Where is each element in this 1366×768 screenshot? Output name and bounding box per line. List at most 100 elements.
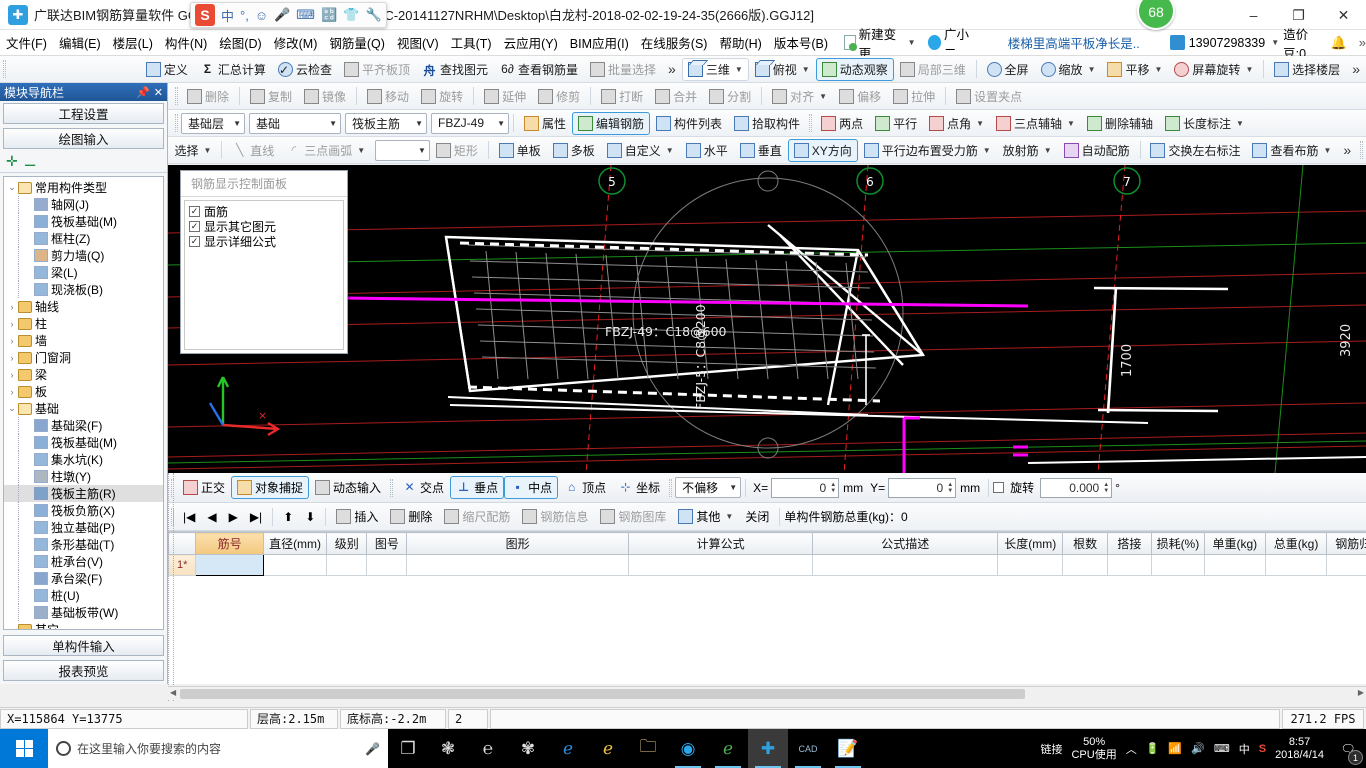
ime-keyboard-icon[interactable]: ⌨ (296, 7, 315, 23)
tree-folder[interactable]: › 柱 (4, 315, 163, 332)
project-settings-button[interactable]: 工程设置 (3, 103, 164, 124)
table-cell[interactable] (1326, 554, 1366, 576)
trim-button[interactable]: 修剪 (532, 85, 586, 108)
windows-start-icon[interactable] (0, 729, 48, 768)
browser-360-icon[interactable]: ◉ (668, 729, 708, 768)
first-row-button[interactable]: |◀ (177, 505, 201, 528)
tree-folder[interactable]: ⌄ 常用构件类型 (4, 179, 163, 196)
account-chip[interactable]: 13907298339 ▼ (1169, 35, 1279, 50)
view-top-button[interactable]: 俯视 ▼ (749, 58, 816, 81)
tree-item[interactable]: 独立基础(P) (4, 519, 163, 536)
snapbar-grip-2[interactable] (390, 478, 394, 497)
twisty-expanded-icon[interactable]: ⌄ (6, 403, 18, 414)
other-button[interactable]: 其他 ▼ (672, 505, 739, 528)
twisty-collapsed-icon[interactable]: › (6, 302, 18, 312)
tree-item[interactable]: 筏板基础(M) (4, 434, 163, 451)
sogou-icon[interactable]: S (1259, 743, 1266, 755)
spiral-app-icon[interactable]: ✾ (508, 729, 548, 768)
table-column-header[interactable]: 损耗(%) (1151, 532, 1205, 555)
menu-version[interactable]: 版本号(B) (768, 30, 834, 55)
checkbox[interactable]: ✓ (189, 236, 200, 247)
table-cell[interactable] (262, 554, 328, 576)
clock[interactable]: 8:57 2018/4/14 (1275, 736, 1324, 762)
twisty-collapsed-icon[interactable]: › (6, 353, 18, 363)
tree-item[interactable]: 承台梁(F) (4, 570, 163, 587)
view-top-chevron-down-icon[interactable]: ▼ (802, 65, 810, 74)
zoom-button[interactable]: 缩放 ▼ (1035, 58, 1102, 81)
tree-folder[interactable]: › 轴线 (4, 298, 163, 315)
rotate-input[interactable]: 0.000 ▲ ▼ (1040, 477, 1113, 498)
rebar-table-container[interactable]: 筋号 直径(mm) 级别 图号 图形 计算公式 公式描述 长度(mm) 根数 搭接 损耗(%) 单重(… (168, 531, 1366, 684)
set-grip-button[interactable]: 设置夹点 (950, 85, 1028, 108)
table-row[interactable]: 1* (168, 554, 1366, 576)
fullscreen-button[interactable]: 全屏 (981, 58, 1035, 81)
tree-item[interactable]: 柱墩(Y) (4, 468, 163, 485)
coordinate-snap-button[interactable]: ⊹ 坐标 (612, 476, 666, 499)
tray-link-label[interactable]: 链接 (1040, 741, 1062, 757)
y-spinner-arrows[interactable]: ▲ ▼ (947, 482, 953, 494)
merge-button[interactable]: 合并 (649, 85, 703, 108)
rebar-option-row[interactable]: ✓ 显示详细公式 (189, 234, 339, 249)
table-horizontal-scrollbar[interactable]: ◀ ▶ (168, 686, 1366, 700)
table-cell[interactable] (812, 554, 999, 576)
cpu-usage-indicator[interactable]: 50% CPU使用 (1071, 736, 1116, 762)
arc-chevron-down-icon[interactable]: ▼ (357, 146, 365, 155)
vertex-snap-button[interactable]: ⌂ 顶点 (558, 476, 612, 499)
tree-item[interactable]: 集水坑(K) (4, 451, 163, 468)
rebar-option-row[interactable]: ✓ 显示其它图元 (189, 219, 339, 234)
category-select-chevron-down-icon[interactable]: ▼ (329, 119, 337, 128)
twisty-collapsed-icon[interactable]: › (6, 625, 18, 630)
point-angle-chevron-down-icon[interactable]: ▼ (976, 119, 984, 128)
rebar-info-button[interactable]: 钢筋信息 (516, 505, 594, 528)
menu-file[interactable]: 文件(F) (0, 30, 53, 55)
scrollbar-thumb[interactable] (180, 689, 1025, 699)
table-column-header[interactable]: 图形 (406, 532, 629, 555)
swap-dim-button[interactable]: 交换左右标注 (1144, 139, 1246, 162)
file-explorer-icon[interactable]: 🗀 (628, 729, 668, 768)
tree-folder[interactable]: ⌄ 基础 (4, 400, 163, 417)
intersection-snap-button[interactable]: ✕ 交点 (396, 476, 450, 499)
three-point-axis-button[interactable]: 三点辅轴 ▼ (990, 112, 1081, 135)
volume-icon[interactable]: 🔊 (1191, 742, 1205, 755)
auto-rebar-button[interactable]: 自动配筋 (1058, 139, 1136, 162)
three-point-axis-chevron-down-icon[interactable]: ▼ (1067, 119, 1075, 128)
offset-mode-chevron-down-icon[interactable]: ▼ (729, 483, 737, 492)
rebar-library-button[interactable]: 钢筋图库 (594, 505, 672, 528)
toolbar-view-rebar-button[interactable]: 6∂ 查看钢筋量 (494, 58, 584, 81)
table-cell[interactable] (997, 554, 1064, 576)
toolbar-grip[interactable] (3, 60, 6, 78)
insert-row-button[interactable]: 插入 (330, 505, 384, 528)
tree-folder[interactable]: › 墙 (4, 332, 163, 349)
tree-item[interactable]: 框柱(Z) (4, 230, 163, 247)
tree-item[interactable]: 基础板带(W) (4, 604, 163, 621)
toolbar-define-button[interactable]: 定义 (140, 58, 194, 81)
midpoint-snap-button[interactable]: ▪ 中点 (504, 476, 559, 499)
align-chevron-down-icon[interactable]: ▼ (819, 92, 827, 101)
internet-explorer-icon[interactable]: ℯ (588, 729, 628, 768)
x-spinner-arrows[interactable]: ▲ ▼ (830, 482, 836, 494)
table-cell[interactable] (326, 554, 368, 576)
move-up-button[interactable]: ⬆ (277, 505, 299, 528)
twisty-collapsed-icon[interactable]: › (6, 336, 18, 346)
toolbar-axis-grip[interactable] (809, 114, 813, 132)
last-row-button[interactable]: ▶| (244, 505, 268, 528)
ime-chinese-mode-icon[interactable]: 中 (221, 6, 234, 25)
green-browser-icon[interactable]: ℯ (708, 729, 748, 768)
single-component-input-button[interactable]: 单构件输入 (3, 635, 164, 656)
table-column-header[interactable]: 搭接 (1106, 532, 1153, 555)
align-button[interactable]: 对齐 ▼ (766, 85, 833, 108)
select-floor-button[interactable]: 选择楼层 (1268, 58, 1346, 81)
rebar-display-control-panel[interactable]: 钢筋显示控制面板 ✓ 面筋 ✓ 显示其它图元 ✓ 显示详细公式 (180, 170, 348, 354)
menu-component[interactable]: 构件(N) (159, 30, 213, 55)
menu-tools[interactable]: 工具(T) (445, 30, 498, 55)
delete-axis-button[interactable]: 删除辅轴 (1081, 112, 1159, 135)
draw-style-chevron-down-icon[interactable]: ▼ (418, 146, 426, 155)
break-button[interactable]: 打断 (595, 85, 649, 108)
ime-skin-icon[interactable]: 👕 (343, 7, 359, 23)
menu-rebar-qty[interactable]: 钢筋量(Q) (323, 30, 391, 55)
menu-overflow-icon[interactable]: » (1359, 35, 1366, 50)
menu-floor[interactable]: 楼层(L) (107, 30, 159, 55)
multi-slab-button[interactable]: 多板 (547, 139, 601, 162)
prev-row-button[interactable]: ◀ (201, 505, 222, 528)
menu-cloud-app[interactable]: 云应用(Y) (498, 30, 564, 55)
